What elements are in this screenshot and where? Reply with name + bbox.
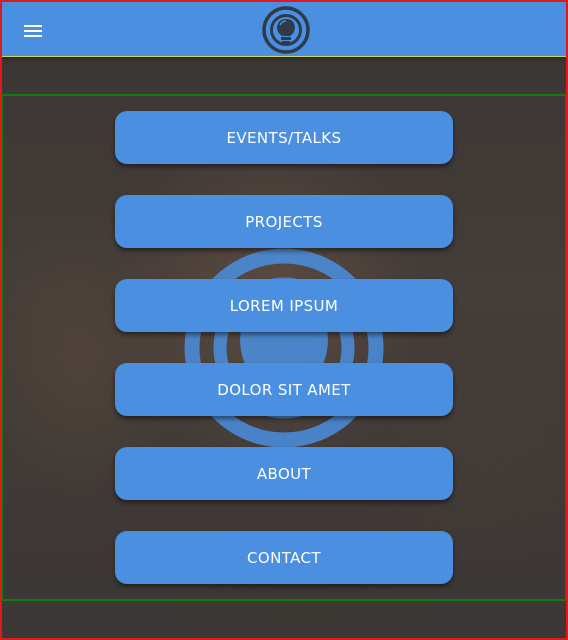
circular-logo-icon[interactable] bbox=[261, 5, 311, 55]
nav-button-events-talks[interactable]: EVENTS/TALKS bbox=[115, 111, 453, 164]
app-bar bbox=[2, 2, 566, 57]
logo-watermark-icon bbox=[184, 248, 384, 448]
nav-button-projects[interactable]: PROJECTS bbox=[115, 195, 453, 248]
nav-button-about[interactable]: ABOUT bbox=[115, 447, 453, 500]
nav-button-dolor-sit-amet[interactable]: DOLOR SIT AMET bbox=[115, 363, 453, 416]
hamburger-menu-icon[interactable] bbox=[20, 19, 46, 43]
nav-button-contact[interactable]: CONTACT bbox=[115, 531, 453, 584]
nav-button-lorem-ipsum[interactable]: LOREM IPSUM bbox=[115, 279, 453, 332]
